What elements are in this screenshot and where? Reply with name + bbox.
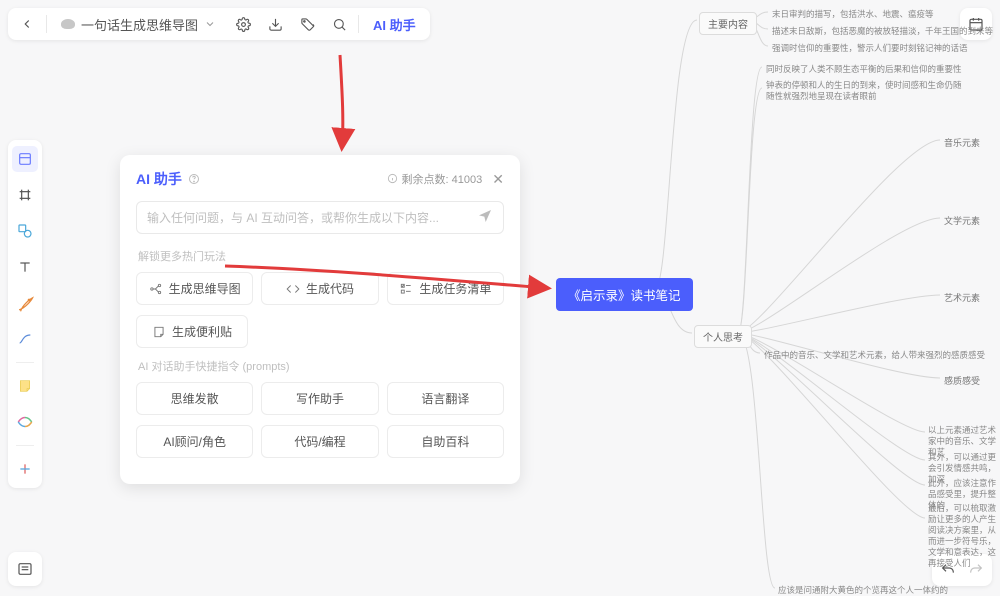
mindmap-sub-node[interactable]: 音乐元素 — [944, 136, 980, 149]
list-icon — [17, 561, 33, 577]
close-button[interactable]: ✕ — [492, 171, 504, 188]
section-label: AI 对话助手快捷指令 (prompts) — [138, 358, 504, 374]
mindmap-leaf[interactable]: 应该是问通附大黄色的个览再这个人一体约的 — [778, 584, 948, 596]
top-toolbar: 一句话生成思维导图 AI 助手 — [8, 8, 430, 40]
mindmap-leaf[interactable]: 作品中的音乐、文学和艺术元素，给人带来强烈的感质感受 — [764, 349, 985, 361]
ai-input-wrapper — [136, 201, 504, 234]
ai-assistant-panel: AI 助手 剩余点数: 41003 ✕ 解锁更多热门玩法 生成思维导图 生成代码 — [120, 155, 520, 484]
divider — [358, 15, 359, 33]
mindmap-sub-node[interactable]: 艺术元素 — [944, 291, 980, 304]
sticky-icon — [152, 325, 166, 339]
settings-button[interactable] — [230, 11, 256, 37]
sticky-note-tool[interactable] — [12, 373, 38, 399]
divider — [16, 445, 34, 446]
shape-tool[interactable] — [12, 218, 38, 244]
pen-tool[interactable] — [12, 290, 38, 316]
mindmap-branch-node[interactable]: 个人思考 — [694, 325, 752, 348]
mindmap-icon — [149, 282, 163, 296]
mindmap-central-node[interactable]: 《启示录》读书笔记 — [556, 278, 693, 311]
outline-button[interactable] — [8, 552, 42, 586]
annotation-arrow — [320, 50, 380, 160]
send-button[interactable] — [477, 208, 493, 227]
tag-button[interactable] — [294, 11, 320, 37]
add-tool[interactable] — [12, 456, 38, 482]
chip-brainstorm[interactable]: 思维发散 — [136, 382, 253, 415]
mindmap-leaf[interactable]: 最后，可以梳取激励让更多的人产生阅读决方案里，从而进一步符号乐，文学和意表达，这… — [928, 503, 1000, 569]
remaining-points: 剩余点数: 41003 — [387, 171, 482, 187]
mindmap-leaf[interactable]: 钟表的停顿和人的生日的到来，使时间感和生命仍随随性就强烈地呈现在读者眼前 — [766, 80, 966, 102]
mindmap-sub-node[interactable]: 文学元素 — [944, 214, 980, 227]
chip-generate-code[interactable]: 生成代码 — [261, 272, 378, 305]
mindmap-sub-node[interactable]: 感质感受 — [944, 374, 980, 387]
checklist-icon — [399, 282, 413, 296]
cloud-icon — [61, 19, 75, 29]
export-button[interactable] — [262, 11, 288, 37]
chip-coding[interactable]: 代码/编程 — [261, 425, 378, 458]
ai-question-input[interactable] — [147, 211, 469, 225]
chip-consultant[interactable]: AI顾问/角色 — [136, 425, 253, 458]
mindmap-leaf[interactable]: 强调时信仰的重要性，警示人们要时刻铭记神的话语 — [772, 42, 968, 54]
info-icon — [387, 173, 398, 184]
chip-generate-tasklist[interactable]: 生成任务清单 — [387, 272, 504, 305]
chip-generate-sticky[interactable]: 生成便利贴 — [136, 315, 248, 348]
ai-assistant-button[interactable]: AI 助手 — [365, 15, 424, 34]
section-label: 解锁更多热门玩法 — [138, 248, 504, 264]
chip-translate[interactable]: 语言翻译 — [387, 382, 504, 415]
mindmap-leaf[interactable]: 描述末日敌斯，包括恶魔的被放轻描淡，千年王国的到来等 — [772, 25, 993, 37]
frame-tool[interactable] — [12, 182, 38, 208]
back-button[interactable] — [14, 11, 40, 37]
chip-generate-mindmap[interactable]: 生成思维导图 — [136, 272, 253, 305]
connector-tool[interactable] — [12, 326, 38, 352]
ai-panel-title: AI 助手 — [136, 169, 200, 189]
chip-encyclopedia[interactable]: 自助百科 — [387, 425, 504, 458]
mindmap-branch-node[interactable]: 主要内容 — [699, 12, 757, 35]
mindmap-leaf[interactable]: 末日审判的描写，包括洪水、地震、瘟疫等 — [772, 8, 934, 20]
code-icon — [286, 282, 300, 296]
divider — [16, 362, 34, 363]
mindmap-tool[interactable] — [12, 409, 38, 435]
left-tool-rail — [8, 140, 42, 488]
mindmap-leaf[interactable]: 同时反映了人类不顾生态平衡的后果和信仰的重要性 — [766, 63, 962, 75]
file-name: 一句话生成思维导图 — [81, 15, 198, 34]
chevron-down-icon — [204, 18, 216, 30]
file-name-chip[interactable]: 一句话生成思维导图 — [53, 11, 224, 37]
divider — [46, 15, 47, 33]
chip-writing[interactable]: 写作助手 — [261, 382, 378, 415]
text-tool[interactable] — [12, 254, 38, 280]
template-tool[interactable] — [12, 146, 38, 172]
search-button[interactable] — [326, 11, 352, 37]
help-icon[interactable] — [188, 173, 200, 185]
